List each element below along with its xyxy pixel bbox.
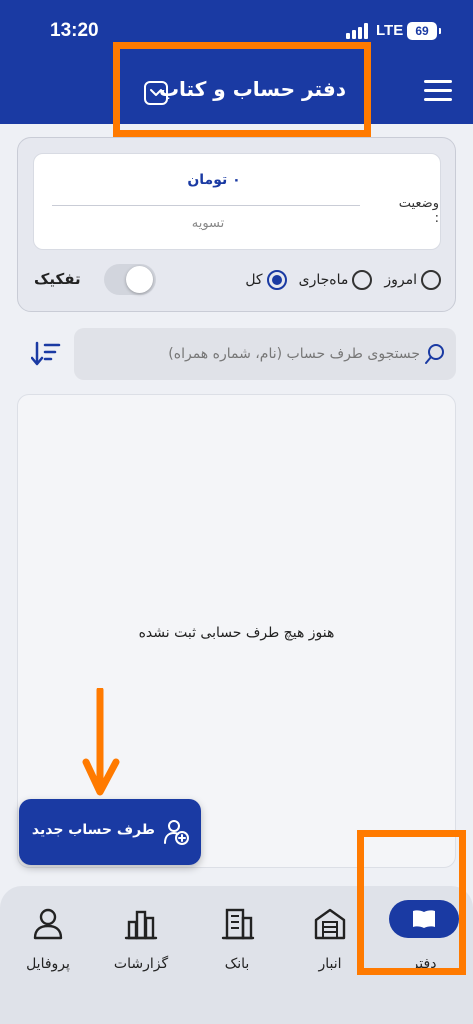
- split-label: تفکیک: [34, 270, 81, 288]
- book-selector-dropdown[interactable]: [144, 81, 168, 105]
- radio-this-month[interactable]: ماه‌جاری: [299, 270, 373, 290]
- balance-amount: ۰ تومان: [187, 172, 241, 188]
- battery-icon: 69: [407, 22, 441, 40]
- nav-item-profile[interactable]: پروفایل: [8, 900, 88, 980]
- radio-all[interactable]: کل: [245, 270, 287, 290]
- divider: [52, 205, 360, 206]
- nav-label: پروفایل: [26, 956, 70, 972]
- add-account-button[interactable]: طرف حساب جدید: [19, 799, 201, 865]
- search-input[interactable]: [84, 341, 420, 367]
- balance-summary: وضعیت : ۰ تومان تسویه: [33, 153, 441, 250]
- radio-circle-icon: [421, 270, 441, 290]
- profile-icon: [33, 908, 63, 940]
- add-account-label: طرف حساب جدید: [31, 822, 155, 838]
- sort-icon: [30, 341, 61, 366]
- signal-icon: [346, 23, 370, 39]
- network-type: LTE: [376, 22, 404, 39]
- search-icon: [425, 344, 444, 364]
- menu-button[interactable]: [424, 80, 452, 102]
- empty-state-message: هنوز هیچ طرف حسابی ثبت نشده: [138, 625, 335, 641]
- sort-button[interactable]: [30, 341, 61, 367]
- nav-label: بانک: [224, 956, 250, 972]
- page-title[interactable]: دفتر حساب و کتاب: [159, 77, 346, 101]
- nav-item-bank[interactable]: بانک: [197, 900, 277, 980]
- balance-card: وضعیت : ۰ تومان تسویه امروز ماه‌جاری کل …: [17, 137, 456, 312]
- radio-selected-icon: [266, 270, 287, 290]
- radio-today[interactable]: امروز: [384, 270, 441, 290]
- title-highlight: دفتر حساب و کتاب: [113, 42, 371, 137]
- status-label: وضعیت :: [398, 196, 439, 226]
- status-time: 13:20: [50, 20, 99, 41]
- balance-state: تسویه: [191, 216, 225, 231]
- nav-highlight: [357, 830, 466, 975]
- hamburger-menu-icon: [424, 80, 452, 83]
- period-filter: امروز ماه‌جاری کل: [243, 266, 441, 294]
- nav-item-reports[interactable]: گزارشات: [101, 900, 181, 980]
- search-box[interactable]: [74, 328, 456, 380]
- add-user-icon: [164, 820, 189, 845]
- toggle-knob: [126, 266, 153, 293]
- annotation-arrow-icon: [82, 688, 120, 796]
- warehouse-icon: [314, 908, 346, 940]
- chevron-down-icon: [150, 89, 162, 96]
- split-toggle[interactable]: [104, 264, 156, 295]
- nav-label: گزارشات: [113, 956, 169, 972]
- bank-icon: [221, 908, 255, 940]
- reports-icon: [124, 910, 158, 940]
- radio-circle-icon: [352, 270, 373, 290]
